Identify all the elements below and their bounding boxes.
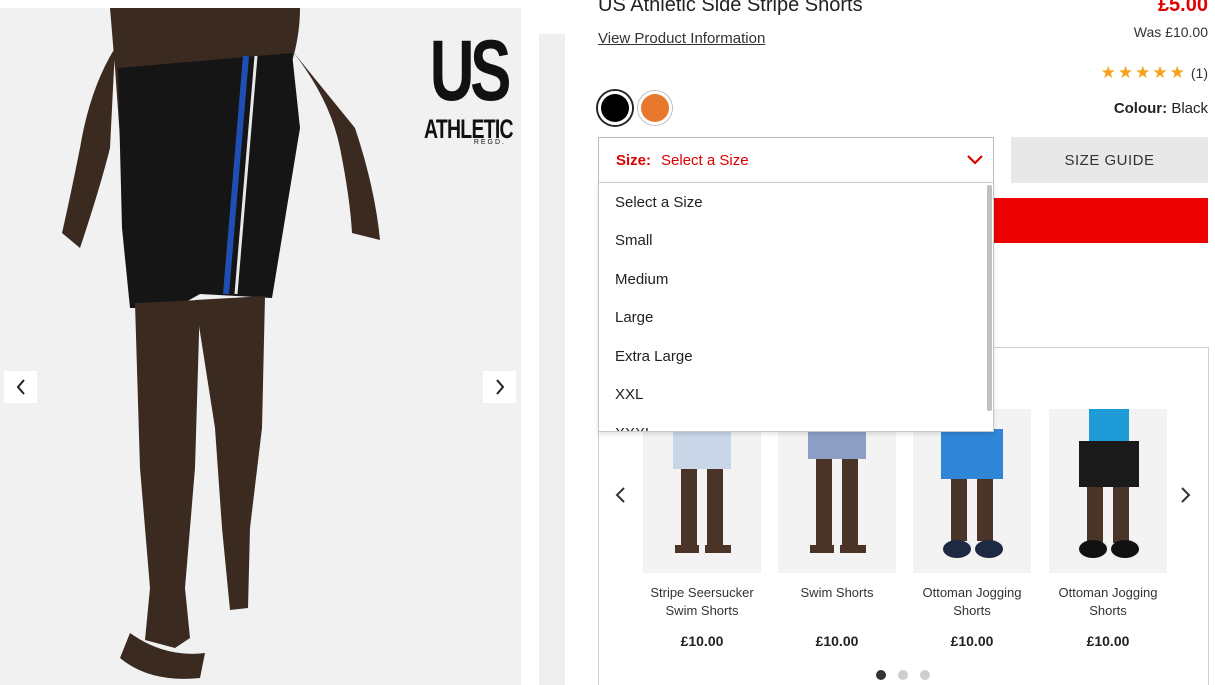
gallery-next-button[interactable]: [483, 371, 516, 403]
rating-count: (1): [1190, 64, 1208, 81]
star-icon: ★: [1135, 63, 1151, 82]
size-option[interactable]: Large: [599, 299, 993, 338]
product-title: US Athletic Side Stripe Shorts: [598, 0, 863, 16]
related-product-card[interactable]: Swim Shorts £10.00: [778, 409, 896, 649]
related-product-card[interactable]: Stripe Seersucker Swim Shorts £10.00: [643, 409, 761, 649]
chevron-down-icon: [967, 155, 983, 165]
brand-logo-us: US: [429, 23, 512, 119]
colour-value: Black: [1171, 100, 1208, 117]
related-product-price: £10.00: [815, 633, 859, 649]
related-product-image: [913, 409, 1031, 573]
brand-logo: US ATHLETIC REGD.: [418, 28, 514, 146]
star-icon: ★: [1169, 63, 1185, 82]
carousel-dot[interactable]: [876, 670, 886, 680]
colour-indicator: Colour: Black: [1114, 100, 1208, 117]
chevron-right-icon: [495, 379, 504, 395]
size-select-label: Size:: [616, 151, 652, 169]
related-product-card[interactable]: Ottoman Jogging Shorts £10.00: [913, 409, 1031, 649]
product-image-gallery: US ATHLETIC REGD.: [0, 8, 521, 685]
star-icon: ★: [1152, 63, 1168, 82]
related-product-image: [778, 409, 896, 573]
size-option[interactable]: Select a Size: [599, 183, 993, 222]
chevron-left-icon: [615, 487, 625, 503]
related-product-name: Ottoman Jogging Shorts: [1058, 585, 1158, 618]
related-product-card[interactable]: Ottoman Jogging Shorts £10.00: [1049, 409, 1167, 649]
related-product-price: £10.00: [680, 633, 724, 649]
size-option[interactable]: Small: [599, 222, 993, 261]
chevron-left-icon: [16, 379, 25, 395]
size-option[interactable]: XXXL: [599, 414, 993, 431]
size-select-value: Select a Size: [661, 151, 749, 169]
related-product-name: Ottoman Jogging Shorts: [922, 585, 1022, 618]
product-price: £5.00: [1157, 0, 1208, 16]
view-product-info-link[interactable]: View Product Information: [598, 30, 765, 47]
carousel-pagination: [876, 670, 930, 680]
product-rating[interactable]: ★ ★ ★ ★ ★ (1): [1101, 64, 1208, 81]
carousel-dot[interactable]: [920, 670, 930, 680]
related-product-image: [1049, 409, 1167, 573]
gallery-second-image-edge: [539, 34, 565, 685]
size-dropdown-list: Select a Size Small Medium Large Extra L…: [598, 182, 994, 432]
related-product-name: Swim Shorts: [800, 585, 874, 600]
size-option[interactable]: Extra Large: [599, 337, 993, 376]
chevron-right-icon: [1181, 487, 1191, 503]
size-option[interactable]: Medium: [599, 260, 993, 299]
was-price: Was £10.00: [1133, 24, 1208, 40]
related-product-price: £10.00: [950, 633, 994, 649]
swatch-black[interactable]: [598, 91, 632, 125]
related-product-image: [643, 409, 761, 573]
colour-label: Colour:: [1113, 100, 1168, 117]
brand-logo-athletic: ATHLETIC: [423, 114, 514, 144]
size-guide-button[interactable]: SIZE GUIDE: [1011, 137, 1208, 183]
dropdown-scrollbar[interactable]: [987, 185, 992, 411]
star-icon: ★: [1100, 63, 1116, 82]
gallery-prev-button[interactable]: [4, 371, 37, 403]
star-icon: ★: [1117, 63, 1134, 82]
carousel-dot[interactable]: [898, 670, 908, 680]
colour-swatches: [598, 91, 672, 125]
size-select[interactable]: Size: Select a Size: [598, 137, 994, 183]
related-product-price: £10.00: [1086, 633, 1130, 649]
related-next-button[interactable]: [1176, 484, 1196, 506]
swatch-orange[interactable]: [638, 91, 672, 125]
size-option[interactable]: XXL: [599, 376, 993, 415]
related-prev-button[interactable]: [610, 484, 630, 506]
related-product-name: Stripe Seersucker Swim Shorts: [650, 585, 754, 618]
